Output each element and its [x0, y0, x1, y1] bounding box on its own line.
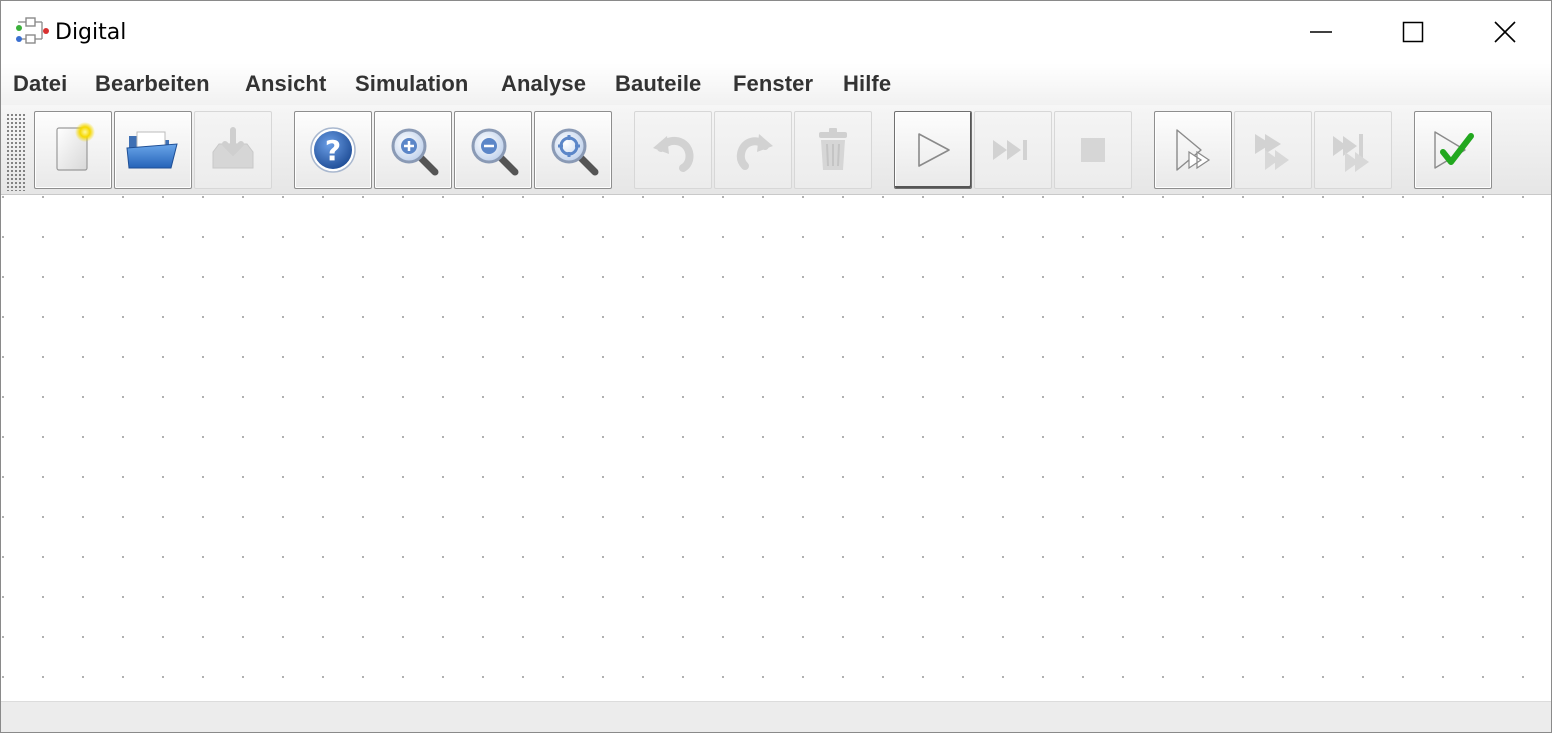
menu-bearbeiten[interactable]: Bearbeiten — [95, 71, 210, 97]
stop-icon — [1065, 122, 1121, 178]
menu-bauteile[interactable]: Bauteile — [615, 71, 701, 97]
run-to-break-icon — [1245, 122, 1301, 178]
zoom-out-button[interactable] — [454, 111, 532, 189]
save-button[interactable] — [194, 111, 272, 189]
run-to-break-button[interactable] — [1234, 111, 1312, 189]
open-button[interactable] — [114, 111, 192, 189]
redo-button[interactable] — [714, 111, 792, 189]
menu-bar: Datei Bearbeiten Ansicht Simulation Anal… — [1, 63, 1551, 105]
maximize-icon — [1402, 21, 1424, 43]
app-window: Digital Datei Bearbeiten Ansicht Simulat… — [0, 0, 1552, 733]
title-bar[interactable]: Digital — [1, 1, 1551, 63]
grid-dots — [2, 196, 1551, 701]
help-button[interactable]: ? — [294, 111, 372, 189]
save-icon — [205, 122, 261, 178]
undo-button[interactable] — [634, 111, 712, 189]
zoom-fit-icon — [545, 122, 601, 178]
open-folder-icon — [123, 122, 183, 178]
toolbar: ? — [1, 105, 1551, 195]
delete-button[interactable] — [794, 111, 872, 189]
undo-icon — [645, 122, 701, 178]
circuit-canvas[interactable] — [1, 196, 1551, 701]
stop-button[interactable] — [1054, 111, 1132, 189]
run-tests-button[interactable] — [1414, 111, 1492, 189]
micro-step-icon — [1165, 122, 1221, 178]
zoom-in-icon — [385, 122, 441, 178]
trash-icon — [805, 122, 861, 178]
zoom-fit-button[interactable] — [534, 111, 612, 189]
zoom-in-button[interactable] — [374, 111, 452, 189]
run-tests-icon — [1425, 122, 1481, 178]
start-simulation-button[interactable] — [894, 111, 972, 189]
window-title: Digital — [55, 20, 127, 45]
new-button[interactable] — [34, 111, 112, 189]
menu-fenster[interactable]: Fenster — [733, 71, 813, 97]
menu-datei[interactable]: Datei — [13, 71, 67, 97]
run-to-break-micro-button[interactable] — [1314, 111, 1392, 189]
zoom-out-icon — [465, 122, 521, 178]
step-icon — [985, 122, 1041, 178]
close-button[interactable] — [1459, 1, 1551, 63]
toolbar-grip[interactable] — [6, 113, 26, 191]
minimize-button[interactable] — [1275, 1, 1367, 63]
minimize-icon — [1309, 20, 1333, 44]
new-document-icon — [45, 122, 101, 178]
run-to-break-micro-icon — [1325, 122, 1381, 178]
menu-hilfe[interactable]: Hilfe — [843, 71, 891, 97]
redo-icon — [725, 122, 781, 178]
step-button[interactable] — [974, 111, 1052, 189]
svg-text:?: ? — [325, 134, 341, 167]
maximize-button[interactable] — [1367, 1, 1459, 63]
menu-simulation[interactable]: Simulation — [355, 71, 468, 97]
micro-step-button[interactable] — [1154, 111, 1232, 189]
menu-analyse[interactable]: Analyse — [501, 71, 586, 97]
help-icon: ? — [305, 122, 361, 178]
status-bar — [1, 701, 1551, 732]
circuit-app-icon — [16, 17, 50, 47]
menu-ansicht[interactable]: Ansicht — [245, 71, 326, 97]
close-icon — [1493, 20, 1517, 44]
play-icon — [905, 122, 961, 178]
